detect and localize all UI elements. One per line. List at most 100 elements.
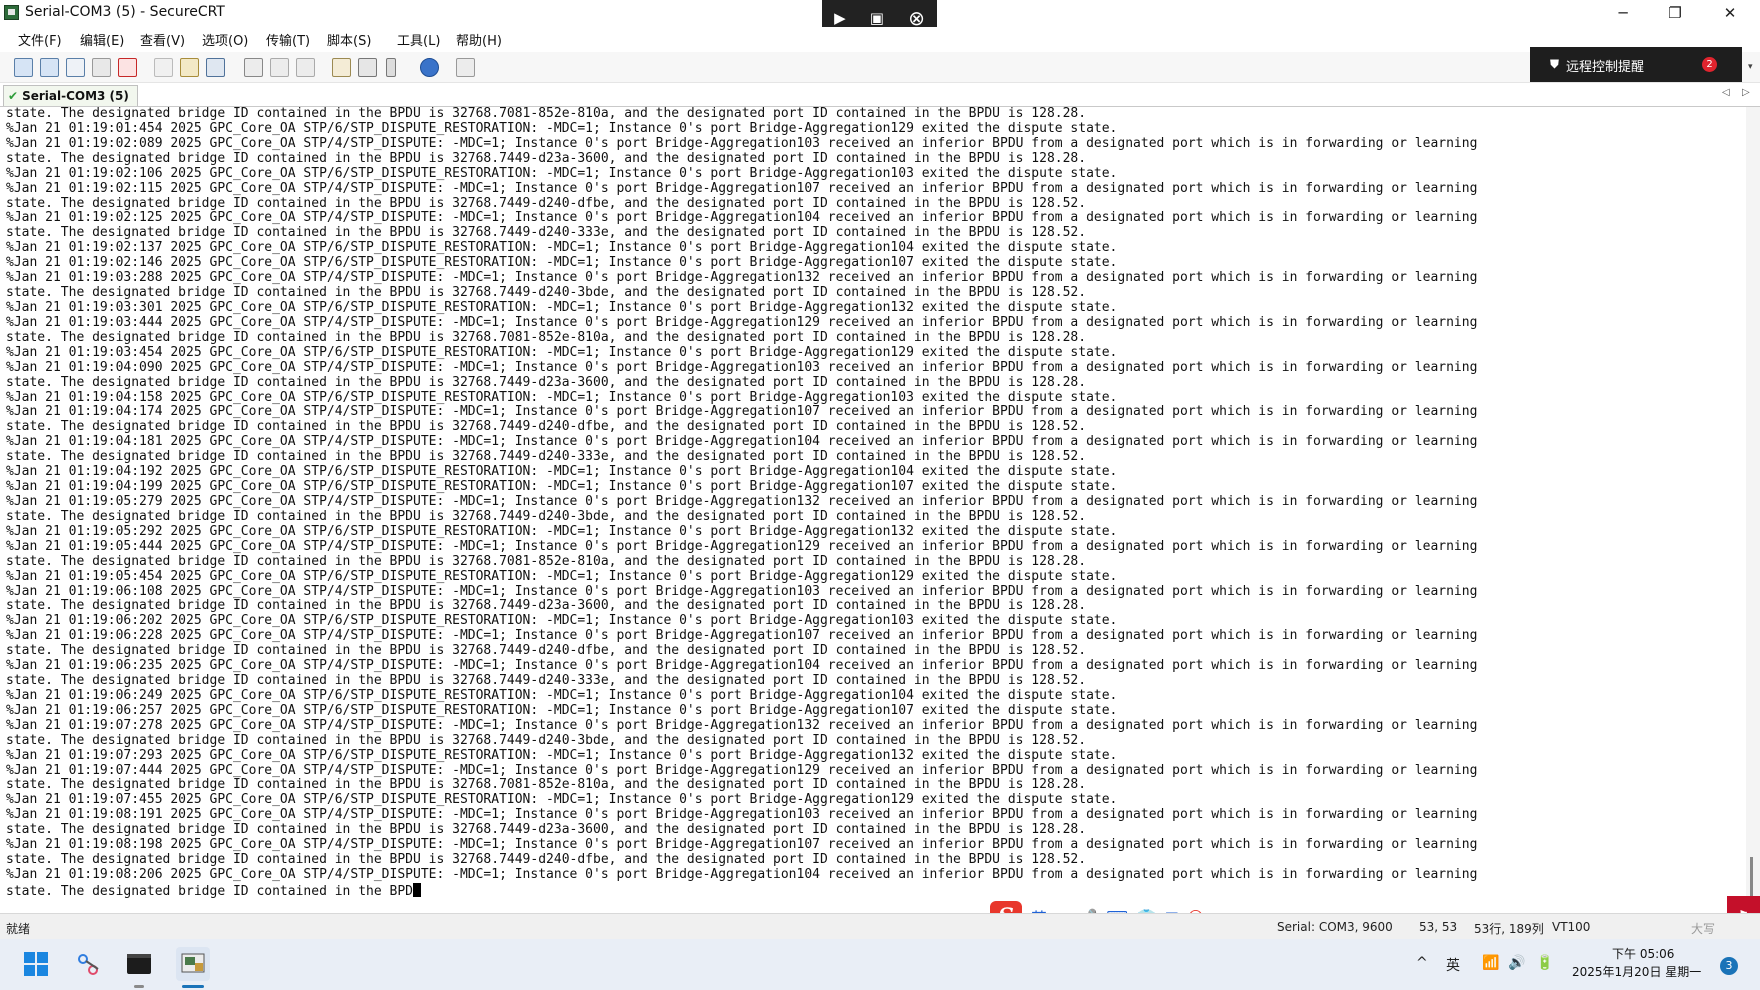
clock-time[interactable]: 下午 05:06 [1612, 945, 1674, 962]
terminal-line: %Jan 21 01:19:04:192 2025 GPC_Core_OA ST… [6, 464, 1118, 480]
toolbar-overflow-icon[interactable]: ▾ [1748, 62, 1753, 72]
terminal-line: state. The designated bridge ID containe… [6, 285, 1087, 301]
terminal-line: state. The designated bridge ID containe… [6, 553, 1087, 569]
terminal-line: %Jan 21 01:19:07:293 2025 GPC_Core_OA ST… [6, 747, 1118, 763]
disconnect-icon[interactable] [118, 58, 137, 77]
terminal-line: %Jan 21 01:19:05:279 2025 GPC_Core_OA ST… [6, 493, 1478, 509]
status-ready: 就绪 [6, 922, 31, 936]
terminal-line: %Jan 21 01:19:02:089 2025 GPC_Core_OA ST… [6, 135, 1478, 151]
terminal-line: state. The designated bridge ID containe… [6, 822, 1087, 838]
terminal-line: %Jan 21 01:19:04:174 2025 GPC_Core_OA ST… [6, 404, 1478, 420]
reconnect-icon[interactable] [92, 58, 111, 77]
vertical-scrollbar[interactable] [1746, 107, 1760, 904]
copy-icon[interactable] [154, 58, 173, 77]
menu-options[interactable]: 选项(O) [202, 30, 248, 49]
printer-icon[interactable] [296, 58, 315, 77]
tab-label: Serial-COM3 (5) [22, 89, 129, 103]
find-icon[interactable] [206, 58, 225, 77]
reminder-badge: 2 [1702, 57, 1717, 72]
help-icon[interactable] [420, 58, 439, 77]
terminal-line: state. The designated bridge ID containe… [6, 643, 1087, 659]
clock-date[interactable]: 2025年1月20日 星期一 [1572, 963, 1701, 980]
status-caps: 大写 [1691, 922, 1716, 936]
menu-transfer[interactable]: 传输(T) [266, 30, 310, 49]
status-bar: 就绪 Serial: COM3, 9600 53, 53 53行, 189列 V… [0, 913, 1760, 940]
minimize-button[interactable]: ─ [1600, 0, 1646, 26]
toolbar [0, 52, 1760, 83]
menu-view[interactable]: 查看(V) [140, 30, 185, 49]
terminal-line: state. The designated bridge ID containe… [6, 852, 1087, 868]
terminal-current-line: state. The designated bridge ID containe… [6, 882, 1477, 899]
remote-control-reminder[interactable]: ⛊ 远程控制提醒 2 [1530, 47, 1742, 82]
terminal-line: state. The designated bridge ID containe… [6, 329, 1087, 345]
tray-ime-icon[interactable]: 英 [1446, 955, 1460, 975]
close-button[interactable]: ✕ [1707, 0, 1753, 26]
terminal-line: %Jan 21 01:19:06:108 2025 GPC_Core_OA ST… [6, 583, 1478, 599]
terminal-line: state. The designated bridge ID containe… [6, 419, 1087, 435]
securecrt-app-icon[interactable] [4, 5, 19, 20]
global-options-icon[interactable] [358, 58, 377, 77]
keymap-icon[interactable] [386, 58, 396, 77]
close-icon: ✕ [1723, 4, 1737, 22]
tray-chevron-icon[interactable]: ^ [1416, 955, 1428, 971]
menu-file[interactable]: 文件(F) [18, 30, 62, 49]
session-options-icon[interactable] [332, 58, 351, 77]
print-icon[interactable] [244, 58, 263, 77]
menu-bar: 文件(F) 编辑(E) 查看(V) 选项(O) 传输(T) 脚本(S) 工具(L… [0, 27, 1760, 51]
script-icon[interactable] [456, 58, 475, 77]
menu-script[interactable]: 脚本(S) [327, 30, 371, 49]
running-indicator [134, 985, 144, 988]
terminal-line: %Jan 21 01:19:05:292 2025 GPC_Core_OA ST… [6, 523, 1118, 539]
securecrt-icon[interactable] [176, 947, 210, 981]
tab-scroll-right-icon[interactable]: ▷ [1742, 87, 1750, 98]
terminal-line: %Jan 21 01:19:06:249 2025 GPC_Core_OA ST… [6, 687, 1118, 703]
terminal-line: %Jan 21 01:19:08:198 2025 GPC_Core_OA ST… [6, 837, 1478, 853]
reminder-label: 远程控制提醒 [1566, 60, 1645, 75]
close-circle-icon[interactable]: ⊗ [908, 6, 925, 30]
quick-connect-icon[interactable] [40, 58, 59, 77]
paste-icon[interactable] [180, 58, 199, 77]
terminal-line: %Jan 21 01:19:05:444 2025 GPC_Core_OA ST… [6, 538, 1478, 554]
terminal-output[interactable]: state. The designated bridge ID containe… [0, 107, 1746, 904]
windows-taskbar: ^ 英 📶 🔊 🔋 下午 05:06 2025年1月20日 星期一 3 [0, 939, 1760, 990]
windows-start-icon[interactable] [23, 951, 49, 977]
terminal-line: %Jan 21 01:19:06:202 2025 GPC_Core_OA ST… [6, 613, 1118, 629]
menu-edit[interactable]: 编辑(E) [80, 30, 124, 49]
terminal-line: state. The designated bridge ID containe… [6, 225, 1087, 241]
connect-tab-icon[interactable] [66, 58, 85, 77]
terminal-icon[interactable] [126, 951, 152, 977]
terminal-line: %Jan 21 01:19:04:090 2025 GPC_Core_OA ST… [6, 359, 1478, 375]
terminal-line: %Jan 21 01:19:04:158 2025 GPC_Core_OA ST… [6, 389, 1118, 405]
tab-serial-com3[interactable]: ✔ Serial-COM3 (5) [3, 85, 138, 106]
terminal-line: %Jan 21 01:19:06:235 2025 GPC_Core_OA ST… [6, 658, 1478, 674]
terminal-line: state. The designated bridge ID containe… [6, 508, 1087, 524]
battery-icon[interactable]: 🔋 [1536, 955, 1553, 971]
snipping-tool-icon[interactable] [76, 951, 102, 977]
terminal-line: state. The designated bridge ID containe… [6, 732, 1087, 748]
status-cursor-position: 53, 53 [1419, 920, 1458, 934]
screen-icon[interactable]: ▣ [870, 9, 884, 27]
terminal-line: state. The designated bridge ID containe… [6, 777, 1087, 793]
tab-bar: ✔ Serial-COM3 (5) ◁ ▷ [0, 84, 1760, 107]
scrollbar-thumb[interactable] [1750, 857, 1753, 897]
terminal-line: %Jan 21 01:19:04:181 2025 GPC_Core_OA ST… [6, 434, 1478, 450]
maximize-button[interactable]: ❐ [1652, 0, 1698, 26]
connect-icon[interactable] [14, 58, 33, 77]
volume-icon[interactable]: 🔊 [1508, 955, 1525, 971]
terminal-line: %Jan 21 01:19:06:257 2025 GPC_Core_OA ST… [6, 702, 1118, 718]
terminal-line: %Jan 21 01:19:02:115 2025 GPC_Core_OA ST… [6, 180, 1478, 196]
restore-icon: ❐ [1668, 4, 1682, 22]
terminal-line: %Jan 21 01:19:03:454 2025 GPC_Core_OA ST… [6, 344, 1118, 360]
terminal-line: state. The designated bridge ID containe… [6, 449, 1087, 465]
terminal-current-text: state. The designated bridge ID containe… [6, 883, 413, 899]
menu-help[interactable]: 帮助(H) [456, 30, 502, 49]
wifi-icon[interactable]: 📶 [1482, 955, 1499, 971]
shield-icon: ⛊ [1550, 57, 1560, 71]
terminal-line: state. The designated bridge ID containe… [6, 150, 1087, 166]
notification-badge[interactable]: 3 [1720, 957, 1738, 975]
terminal-line: state. The designated bridge ID containe… [6, 195, 1087, 211]
tab-scroll-left-icon[interactable]: ◁ [1722, 87, 1730, 98]
print-selection-icon[interactable] [270, 58, 289, 77]
menu-tools[interactable]: 工具(L) [397, 30, 440, 49]
play-icon[interactable]: ▶ [834, 9, 846, 27]
